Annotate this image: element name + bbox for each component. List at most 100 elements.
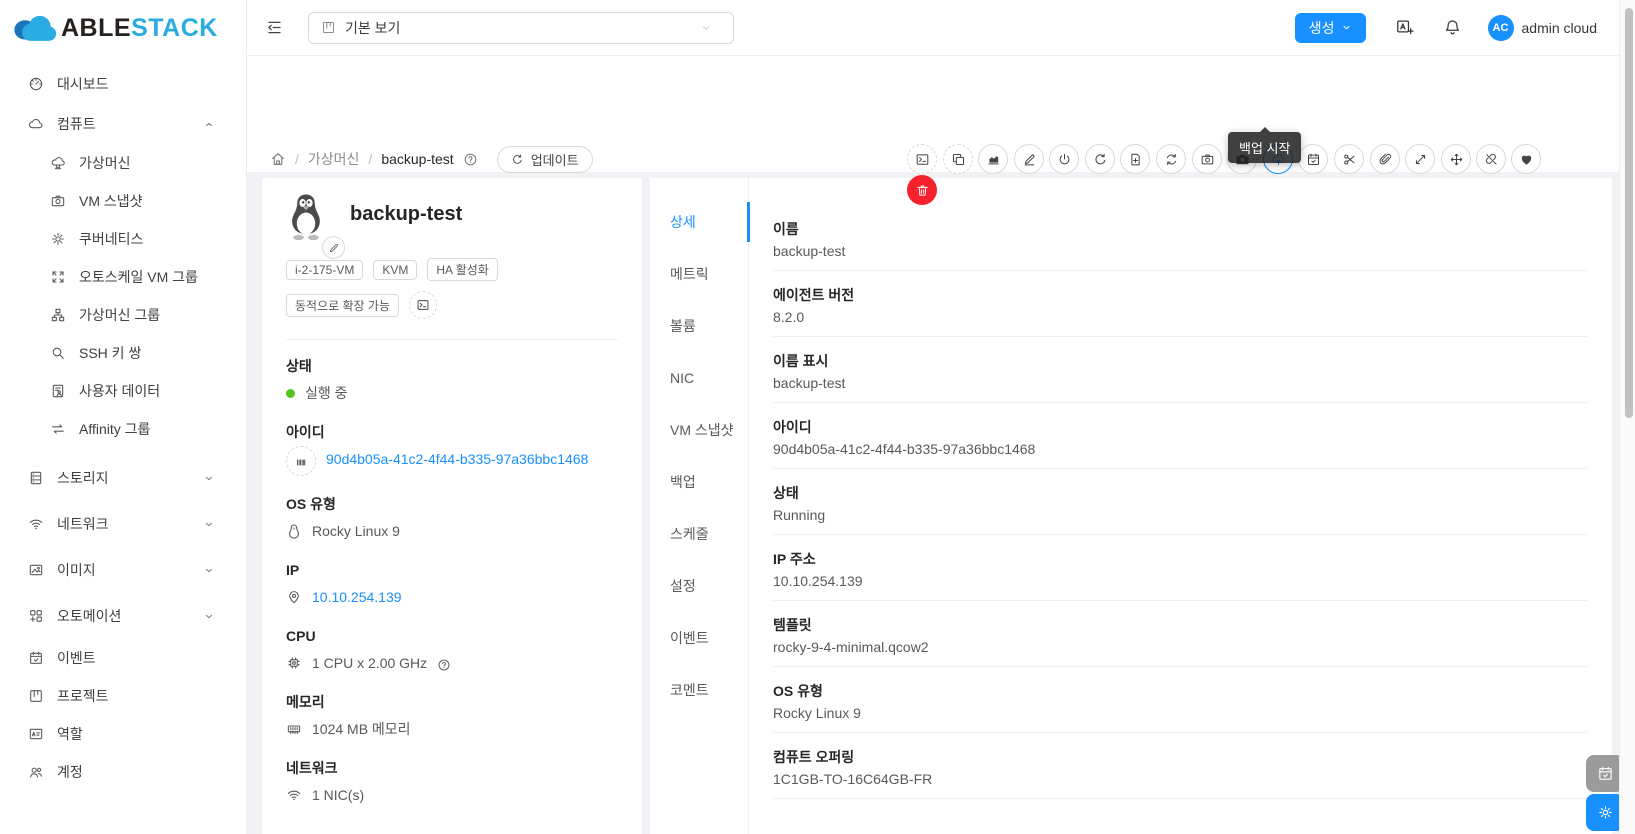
sidebar-item-compute[interactable]: 컴퓨트 — [0, 104, 246, 144]
header-right: 생성 AC admin cloud — [1295, 13, 1597, 43]
unmanage-vm-button[interactable] — [1476, 144, 1506, 174]
tab-schedule[interactable]: 스케줄 — [650, 514, 748, 554]
tab-events[interactable]: 이벤트 — [650, 618, 748, 658]
chevron-down-icon — [700, 22, 712, 34]
scrollbar-track[interactable] — [1619, 0, 1635, 834]
detail-row-os-type: OS 유형Rocky Linux 9 — [773, 667, 1588, 733]
terminal-icon — [416, 298, 430, 312]
question-circle-icon[interactable] — [437, 655, 451, 672]
top-header: 기본 보기 생성 AC admin cloud — [247, 0, 1619, 56]
sidebar-item-events[interactable]: 이벤트 — [0, 639, 246, 677]
detail-row-compute-offering: 컴퓨트 오퍼링1C1GB-TO-16C64GB-FR — [773, 733, 1588, 799]
vm-id-link[interactable]: 90d4b05a-41c2-4f44-b335-97a36bbc1468 — [326, 448, 606, 470]
sidebar-item-images[interactable]: 이미지 — [0, 547, 246, 593]
stop-vm-button[interactable] — [1049, 144, 1079, 174]
detail-row-agent-version: 에이전트 버전8.2.0 — [773, 271, 1588, 337]
tab-nic[interactable]: NIC — [650, 358, 748, 398]
scrollbar-thumb[interactable] — [1625, 8, 1633, 418]
migrate-vm-button[interactable] — [1405, 144, 1435, 174]
scissors-icon — [1342, 152, 1357, 167]
backup-schedule-button[interactable] — [1298, 144, 1328, 174]
calendar-check-icon — [1597, 765, 1614, 782]
sidebar-item-roles[interactable]: 역할 — [0, 715, 246, 753]
sidebar-item-projects[interactable]: 프로젝트 — [0, 677, 246, 715]
menu-fold-icon[interactable] — [265, 18, 284, 37]
edit-icon-button[interactable] — [322, 236, 345, 259]
sidebar-item-vm-snapshots[interactable]: VM 스냅샷 — [0, 182, 246, 220]
destroy-vm-button[interactable] — [907, 175, 937, 205]
breadcrumb-action-band: / 가상머신 / backup-test 업데이트 백업 시작 — [247, 56, 1619, 172]
sidebar-item-automation[interactable]: 오토메이션 — [0, 593, 246, 639]
field-os-type: OS 유형 Rocky Linux 9 — [286, 494, 618, 542]
attach-button[interactable] — [1370, 144, 1400, 174]
tag-instance-name: i-2-175-VM — [286, 260, 363, 280]
tux-penguin-icon — [286, 192, 326, 242]
clone-vm-button[interactable] — [943, 144, 973, 174]
question-circle-icon[interactable] — [463, 152, 478, 167]
status-value: 실행 중 — [305, 382, 348, 404]
sidebar-item-user-data[interactable]: 사용자 데이터 — [0, 372, 246, 410]
reboot-vm-button[interactable] — [1085, 144, 1115, 174]
field-memory: 메모리 1024 MB 메모리 — [286, 692, 618, 740]
vm-title: backup-test — [350, 203, 462, 226]
brand-logo[interactable]: ABLESTACK — [0, 0, 246, 56]
sidebar-item-dashboard[interactable]: 대시보드 — [0, 64, 246, 104]
sidebar-item-affinity-groups[interactable]: Affinity 그룹 — [0, 410, 246, 448]
update-button[interactable]: 업데이트 — [497, 146, 593, 173]
create-button[interactable]: 생성 — [1295, 13, 1366, 43]
camera-icon — [50, 193, 66, 209]
sidebar-item-kubernetes[interactable]: 쿠버네티스 — [0, 220, 246, 258]
chevron-down-icon — [201, 519, 217, 530]
sidebar-item-ssh-keypairs[interactable]: SSH 키 쌍 — [0, 334, 246, 372]
key-search-icon — [50, 345, 66, 361]
tab-vm-snapshots[interactable]: VM 스냅샷 — [650, 410, 748, 450]
heart-icon — [1519, 152, 1534, 167]
detach-button[interactable] — [1334, 144, 1364, 174]
ablestack-cloud-icon — [13, 13, 57, 43]
tab-backup[interactable]: 백업 — [650, 462, 748, 502]
calendar-check-icon — [1306, 152, 1321, 167]
sidebar-item-network[interactable]: 네트워크 — [0, 501, 246, 547]
translate-icon[interactable] — [1395, 18, 1414, 37]
metrics-button[interactable] — [978, 144, 1008, 174]
console-button[interactable] — [907, 144, 937, 174]
edit-vm-button[interactable] — [1014, 144, 1044, 174]
tab-details[interactable]: 상세 — [650, 202, 748, 242]
sidebar-item-autoscale-vm-groups[interactable]: 오토스케일 VM 그룹 — [0, 258, 246, 296]
ip-link[interactable]: 10.10.254.139 — [312, 586, 402, 608]
terminal-icon — [915, 152, 930, 167]
sidebar-item-storage[interactable]: 스토리지 — [0, 455, 246, 501]
arrows-out-icon — [50, 269, 66, 285]
tab-settings[interactable]: 설정 — [650, 566, 748, 606]
sidebar-nav: 대시보드 컴퓨트 가상머신 VM 스냅샷 쿠버네티스 오토스케일 VM 그룹 가… — [0, 56, 246, 791]
sidebar-item-vm-groups[interactable]: 가상머신 그룹 — [0, 296, 246, 334]
sidebar-item-virtual-machines[interactable]: 가상머신 — [0, 144, 246, 182]
vm-detail-card: 상세 메트릭 볼륨 NIC VM 스냅샷 백업 스케줄 설정 이벤트 코멘트 이… — [650, 178, 1612, 834]
tab-volumes[interactable]: 볼륨 — [650, 306, 748, 346]
tab-comments[interactable]: 코멘트 — [650, 670, 748, 710]
barcode-icon — [286, 446, 316, 476]
reinstall-vm-button[interactable] — [1156, 144, 1186, 174]
tab-metrics[interactable]: 메트릭 — [650, 254, 748, 294]
tag-hypervisor: KVM — [373, 260, 417, 280]
move-vm-button[interactable] — [1441, 144, 1471, 174]
bell-icon[interactable] — [1443, 18, 1462, 37]
camera-icon — [1200, 152, 1215, 167]
avatar[interactable]: AC — [1488, 15, 1514, 41]
detail-row-name: 이름backup-test — [773, 218, 1588, 271]
project-icon — [28, 688, 44, 704]
chevron-up-icon — [201, 119, 217, 130]
console-mini-button[interactable] — [409, 291, 437, 319]
breadcrumb: / 가상머신 / backup-test 업데이트 — [270, 143, 593, 175]
attach-iso-button[interactable] — [1120, 144, 1150, 174]
ha-button[interactable] — [1511, 144, 1541, 174]
sidebar-item-accounts[interactable]: 계정 — [0, 753, 246, 791]
user-name[interactable]: admin cloud — [1522, 20, 1598, 36]
take-vm-snapshot-button[interactable] — [1192, 144, 1222, 174]
home-icon[interactable] — [270, 151, 286, 167]
view-select[interactable]: 기본 보기 — [308, 12, 734, 44]
tag-dynamic-scalable: 동적으로 확장 가능 — [286, 294, 399, 317]
reload-icon — [1093, 152, 1108, 167]
vm-head: backup-test — [286, 192, 618, 244]
breadcrumb-section[interactable]: 가상머신 — [308, 149, 360, 169]
